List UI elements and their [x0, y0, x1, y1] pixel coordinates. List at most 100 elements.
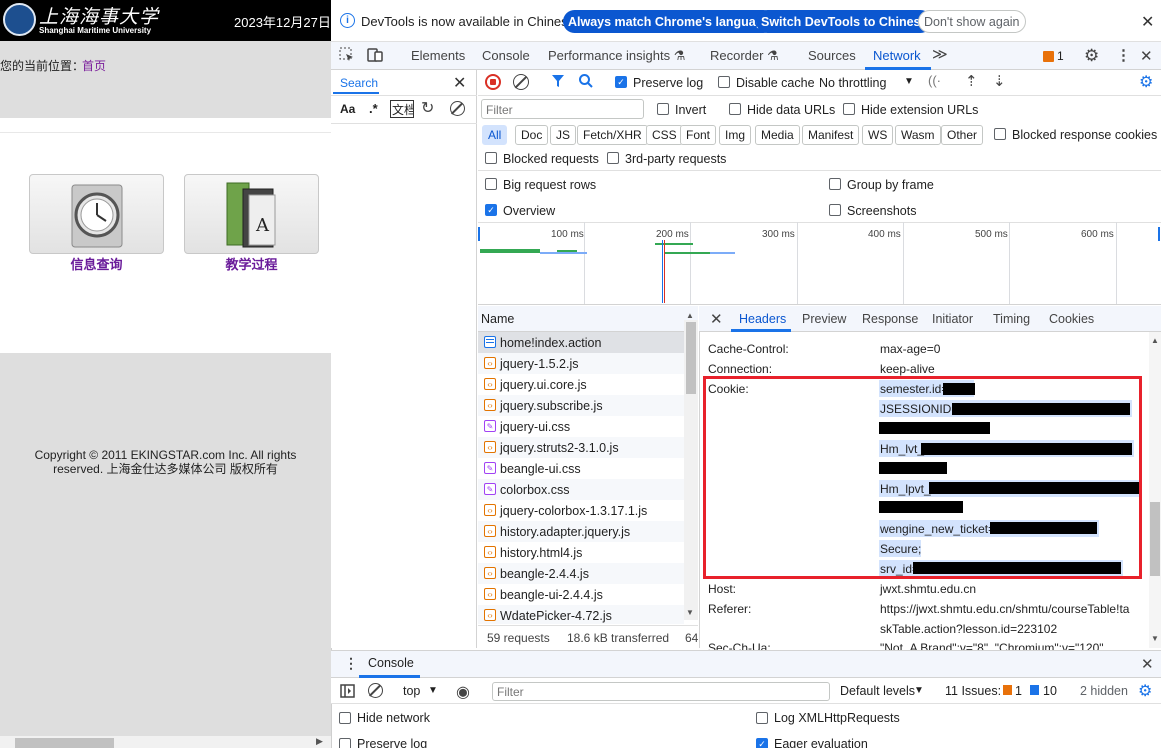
device-toolbar-icon[interactable]: [367, 47, 384, 66]
close-detail-icon[interactable]: ✕: [710, 310, 723, 328]
disable-cache-checkbox[interactable]: [718, 76, 730, 88]
chip-ws[interactable]: WS: [862, 125, 894, 145]
hide-extension-urls-checkbox[interactable]: [843, 103, 855, 115]
request-row[interactable]: ‹› jquery-1.5.2.js: [478, 353, 684, 374]
request-row[interactable]: ‹› beangle-ui-2.4.4.js: [478, 584, 684, 605]
live-expression-eye-icon[interactable]: ◉: [456, 682, 470, 702]
chip-all[interactable]: All: [482, 125, 508, 145]
regex-toggle[interactable]: .*: [369, 101, 378, 116]
blocked-requests-checkbox[interactable]: [485, 152, 497, 164]
timeline-left-handle[interactable]: [478, 227, 480, 241]
sidebar-toggle-icon[interactable]: [340, 684, 355, 701]
clear-console-icon[interactable]: [368, 683, 383, 698]
detail-scroll-down-icon[interactable]: ▼: [1151, 634, 1159, 643]
request-row[interactable]: ‹› jquery.struts2-3.1.0.js: [478, 437, 684, 458]
group-by-frame-checkbox[interactable]: [829, 178, 841, 190]
context-select[interactable]: top: [403, 684, 420, 698]
tab-performance-insights[interactable]: Performance insights ⚗: [548, 48, 685, 64]
log-xhr-checkbox[interactable]: [756, 712, 768, 724]
request-row[interactable]: ‹› history.adapter.jquery.js: [478, 521, 684, 542]
chip-img[interactable]: Img: [719, 125, 752, 145]
tab-elements[interactable]: Elements: [411, 48, 465, 63]
console-filter-input[interactable]: Filter: [492, 682, 830, 701]
drawer-tab-console[interactable]: Console: [368, 656, 414, 670]
chip-media[interactable]: Media: [755, 125, 800, 145]
close-drawer-icon[interactable]: ✕: [1141, 655, 1154, 673]
context-chevron-down-icon[interactable]: ▼: [428, 685, 438, 696]
chip-js[interactable]: JS: [550, 125, 577, 145]
info-query-label[interactable]: 信息查询: [29, 254, 164, 273]
scroll-down-arrow-icon[interactable]: ▼: [686, 608, 694, 617]
detail-scrollbar-thumb[interactable]: [1150, 502, 1160, 576]
hide-network-checkbox[interactable]: [339, 712, 351, 724]
issues-warning-count[interactable]: 1: [1015, 684, 1022, 698]
tab-cookies[interactable]: Cookies: [1049, 312, 1094, 326]
match-case-toggle[interactable]: Aa: [340, 102, 355, 116]
issues-count[interactable]: 1: [1057, 49, 1064, 63]
teaching-process-label[interactable]: 教学过程: [184, 254, 319, 273]
dont-show-again-button[interactable]: Don't show again: [918, 10, 1026, 33]
log-levels-select[interactable]: Default levels: [840, 684, 915, 698]
info-query-tile[interactable]: [29, 174, 164, 254]
chip-css[interactable]: CSS: [646, 125, 683, 145]
scroll-up-arrow-icon[interactable]: ▲: [686, 311, 694, 320]
request-row[interactable]: ‹› history.html4.js: [478, 542, 684, 563]
search-input[interactable]: 文档: [390, 100, 414, 118]
export-har-icon[interactable]: ⇣: [993, 72, 1006, 90]
record-stop-icon[interactable]: [485, 74, 501, 90]
invert-checkbox[interactable]: [657, 103, 669, 115]
scroll-right-arrow-icon[interactable]: ▶: [316, 736, 323, 747]
tab-sources[interactable]: Sources: [808, 48, 856, 63]
tab-recorder[interactable]: Recorder ⚗: [710, 48, 779, 64]
overview-checkbox[interactable]: ✓: [485, 204, 497, 216]
request-row[interactable]: ✎ beangle-ui.css: [478, 458, 684, 479]
more-tabs-icon[interactable]: ≫: [932, 45, 948, 63]
inspect-element-icon[interactable]: [339, 47, 355, 66]
third-party-checkbox[interactable]: [607, 152, 619, 164]
console-settings-gear-icon[interactable]: ⚙: [1138, 681, 1152, 701]
more-options-icon[interactable]: ⋮: [1116, 46, 1131, 64]
chip-other[interactable]: Other: [941, 125, 984, 145]
chip-manifest[interactable]: Manifest: [802, 125, 860, 145]
search-close-icon[interactable]: ✕: [453, 73, 466, 93]
big-request-rows-checkbox[interactable]: [485, 178, 497, 190]
request-row[interactable]: ‹› jquery.ui.core.js: [478, 374, 684, 395]
screenshots-checkbox[interactable]: [829, 204, 841, 216]
throttling-select[interactable]: No throttling: [819, 76, 886, 90]
levels-chevron-down-icon[interactable]: ▼: [914, 685, 924, 696]
tab-console[interactable]: Console: [482, 48, 530, 63]
tab-preview[interactable]: Preview: [802, 312, 846, 326]
timeline-right-handle[interactable]: [1158, 227, 1160, 241]
request-row[interactable]: ✎ jquery-ui.css: [478, 416, 684, 437]
home-link[interactable]: 首页: [82, 57, 106, 74]
name-column-header[interactable]: Name: [481, 312, 514, 326]
request-row[interactable]: ‹› jquery-colorbox-1.3.17.1.js: [478, 500, 684, 521]
detail-scroll-up-icon[interactable]: ▲: [1151, 336, 1159, 345]
issues-info-count[interactable]: 10: [1043, 684, 1057, 698]
request-row[interactable]: ✎ colorbox.css: [478, 479, 684, 500]
issues-flag-icon[interactable]: [1043, 51, 1054, 62]
close-devtools-icon[interactable]: ✕: [1140, 47, 1153, 65]
chip-fetch-xhr[interactable]: Fetch/XHR: [577, 125, 648, 145]
filter-funnel-icon[interactable]: [551, 74, 565, 92]
request-row[interactable]: ‹› jquery.subscribe.js: [478, 395, 684, 416]
chevron-down-icon[interactable]: ▼: [904, 76, 914, 87]
search-tab[interactable]: Search: [340, 76, 378, 90]
page-scrollbar-thumb[interactable]: [15, 738, 114, 748]
switch-to-chinese-button[interactable]: Switch DevTools to Chinese: [756, 10, 933, 33]
blocked-cookies-checkbox[interactable]: [994, 128, 1006, 140]
infobar-close-icon[interactable]: ✕: [1141, 12, 1154, 32]
drawer-menu-icon[interactable]: ⋮: [344, 655, 358, 672]
hide-data-urls-checkbox[interactable]: [729, 103, 741, 115]
tab-timing[interactable]: Timing: [993, 312, 1030, 326]
network-settings-gear-icon[interactable]: ⚙: [1139, 72, 1153, 92]
chip-doc[interactable]: Doc: [515, 125, 549, 145]
detail-scrollbar[interactable]: [1149, 332, 1161, 648]
console-preserve-log-checkbox[interactable]: [339, 738, 351, 748]
tab-initiator[interactable]: Initiator: [932, 312, 973, 326]
refresh-search-icon[interactable]: ↻: [421, 98, 434, 118]
request-row[interactable]: home!index.action: [478, 332, 684, 353]
import-har-icon[interactable]: ⇡: [965, 72, 978, 90]
search-icon[interactable]: [578, 73, 594, 92]
teaching-process-tile[interactable]: A: [184, 174, 319, 254]
